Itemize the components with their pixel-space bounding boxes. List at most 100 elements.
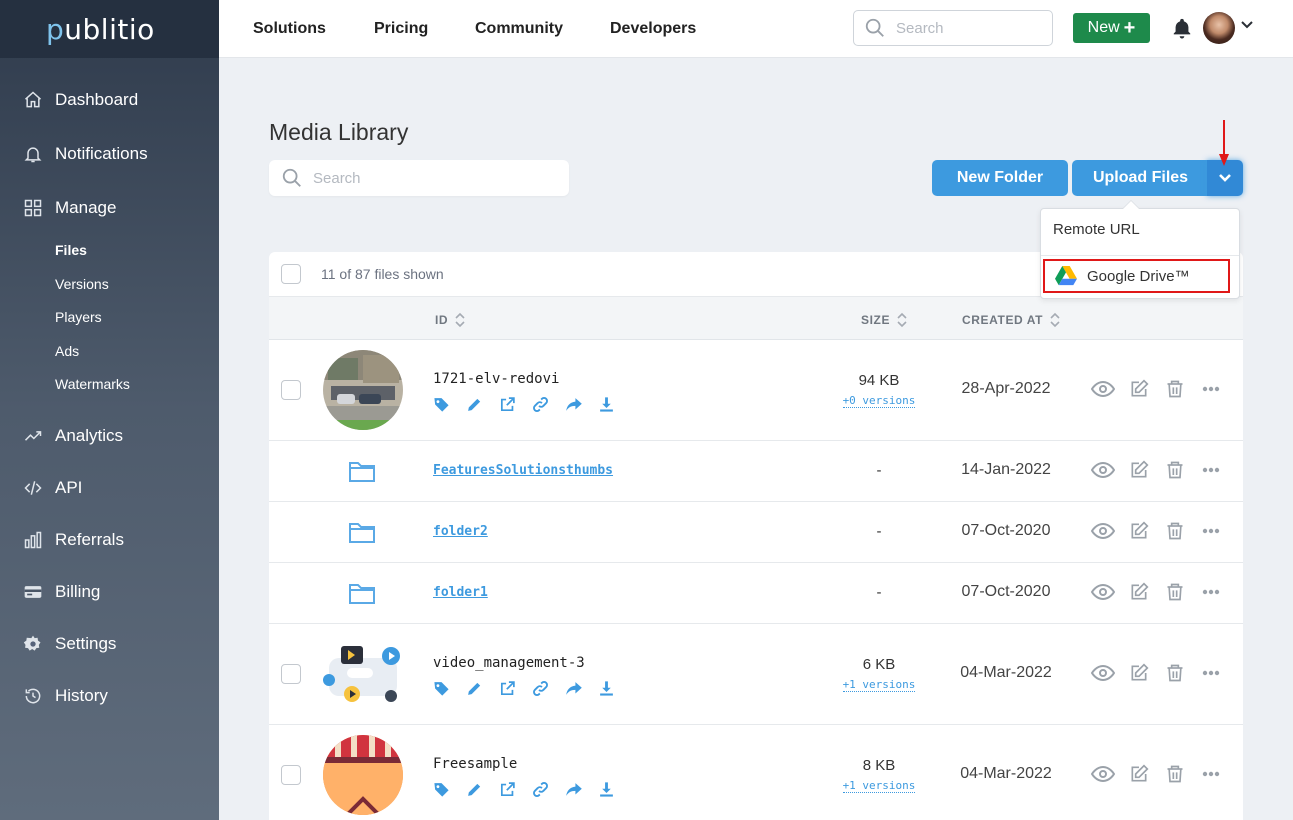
nav-pricing[interactable]: Pricing	[374, 0, 428, 58]
more-icon[interactable]	[1202, 467, 1239, 473]
download-icon[interactable]	[598, 396, 631, 413]
sidebar-item-settings[interactable]: Settings	[0, 626, 219, 662]
download-icon[interactable]	[598, 781, 631, 798]
folder-link[interactable]: FeaturesSolutionsthumbs	[433, 463, 613, 478]
share-icon[interactable]	[565, 781, 598, 798]
view-icon[interactable]	[1091, 461, 1128, 479]
trash-icon[interactable]	[1165, 663, 1202, 683]
sidebar-item-billing[interactable]: Billing	[0, 574, 219, 610]
sidebar-item-manage[interactable]: Manage	[0, 190, 219, 226]
edit-icon[interactable]	[1128, 663, 1165, 683]
new-folder-button[interactable]: New Folder	[932, 160, 1068, 196]
versions-link[interactable]: +0 versions	[829, 394, 929, 408]
share-icon[interactable]	[565, 396, 598, 413]
sidebar-item-dashboard[interactable]: Dashboard	[0, 82, 219, 118]
link-icon[interactable]	[532, 680, 565, 697]
top-search-box[interactable]	[853, 10, 1053, 46]
column-header-id[interactable]: ID	[435, 312, 465, 328]
new-button[interactable]: New +	[1073, 13, 1150, 43]
folder-icon[interactable]	[349, 521, 375, 543]
upload-files-button[interactable]: Upload Files	[1072, 160, 1209, 196]
menu-item-remote-url[interactable]: Remote URL	[1053, 221, 1140, 238]
edit-icon[interactable]	[466, 781, 499, 798]
more-icon[interactable]	[1202, 771, 1239, 777]
row-checkbox[interactable]	[281, 380, 301, 400]
top-search-input[interactable]	[896, 19, 1036, 37]
folder-icon[interactable]	[349, 460, 375, 482]
view-icon[interactable]	[1091, 522, 1128, 540]
chevron-down-icon[interactable]	[1241, 20, 1253, 30]
nav-developers[interactable]: Developers	[610, 0, 696, 58]
link-icon[interactable]	[532, 781, 565, 798]
folder-icon[interactable]	[349, 582, 375, 604]
trash-icon[interactable]	[1165, 764, 1202, 784]
row-actions	[1091, 582, 1239, 602]
file-thumbnail[interactable]	[323, 350, 403, 430]
trash-icon[interactable]	[1165, 582, 1202, 602]
sidebar-item-analytics[interactable]: Analytics	[0, 418, 219, 454]
file-thumbnail[interactable]	[323, 634, 403, 714]
edit-icon[interactable]	[1128, 764, 1165, 784]
share-icon[interactable]	[565, 680, 598, 697]
external-link-icon[interactable]	[499, 680, 532, 697]
view-icon[interactable]	[1091, 664, 1128, 682]
tag-icon[interactable]	[433, 396, 466, 413]
edit-icon[interactable]	[466, 396, 499, 413]
library-search-box[interactable]	[269, 160, 569, 196]
sidebar-subitem-versions[interactable]: Versions	[55, 276, 109, 292]
trash-icon[interactable]	[1165, 460, 1202, 480]
column-header-created-at[interactable]: CREATED AT	[962, 312, 1060, 328]
download-icon[interactable]	[598, 680, 631, 697]
sidebar-subitem-ads[interactable]: Ads	[55, 343, 79, 359]
view-icon[interactable]	[1091, 583, 1128, 601]
row-checkbox[interactable]	[281, 765, 301, 785]
tag-icon[interactable]	[433, 781, 466, 798]
logo[interactable]: publitio	[0, 0, 219, 58]
view-icon[interactable]	[1091, 380, 1128, 398]
more-icon[interactable]	[1202, 670, 1239, 676]
trash-icon[interactable]	[1165, 521, 1202, 541]
plus-icon: +	[1123, 17, 1136, 39]
view-icon[interactable]	[1091, 765, 1128, 783]
link-icon[interactable]	[532, 396, 565, 413]
file-id[interactable]: 1721-elv-redovi	[433, 371, 559, 387]
notifications-bell-icon[interactable]	[1171, 16, 1193, 40]
more-icon[interactable]	[1202, 386, 1239, 392]
sidebar-subitem-watermarks[interactable]: Watermarks	[55, 376, 130, 392]
more-icon[interactable]	[1202, 589, 1239, 595]
external-link-icon[interactable]	[499, 781, 532, 798]
row-checkbox[interactable]	[281, 664, 301, 684]
sidebar-item-history[interactable]: History	[0, 678, 219, 714]
library-search-input[interactable]	[313, 169, 543, 187]
column-header-size[interactable]: SIZE	[861, 312, 907, 328]
folder-link[interactable]: folder2	[433, 524, 488, 539]
file-id[interactable]: Freesample	[433, 756, 517, 772]
trash-icon[interactable]	[1165, 379, 1202, 399]
file-id[interactable]: video_management-3	[433, 655, 585, 671]
menu-item-google-drive[interactable]: Google Drive™	[1043, 259, 1230, 293]
sidebar-subitem-players[interactable]: Players	[55, 309, 102, 325]
edit-icon[interactable]	[1128, 521, 1165, 541]
table-header: ID SIZE CREATED AT	[269, 297, 1243, 340]
versions-link[interactable]: +1 versions	[829, 779, 929, 793]
file-thumbnail[interactable]	[323, 735, 403, 815]
versions-link[interactable]: +1 versions	[829, 678, 929, 692]
avatar[interactable]	[1203, 12, 1235, 44]
sidebar-item-api[interactable]: API	[0, 470, 219, 506]
nav-community[interactable]: Community	[475, 0, 563, 58]
more-icon[interactable]	[1202, 528, 1239, 534]
trend-icon	[24, 431, 42, 441]
folder-link[interactable]: folder1	[433, 585, 488, 600]
sidebar-subitem-files[interactable]: Files	[55, 242, 87, 258]
edit-icon[interactable]	[466, 680, 499, 697]
edit-icon[interactable]	[1128, 460, 1165, 480]
tag-icon[interactable]	[433, 680, 466, 697]
sidebar-item-notifications[interactable]: Notifications	[0, 136, 219, 172]
nav-solutions[interactable]: Solutions	[253, 0, 326, 58]
table-row: folder2 - 07-Oct-2020	[269, 502, 1243, 563]
edit-icon[interactable]	[1128, 379, 1165, 399]
sidebar-item-referrals[interactable]: Referrals	[0, 522, 219, 558]
select-all-checkbox[interactable]	[281, 264, 301, 284]
external-link-icon[interactable]	[499, 396, 532, 413]
edit-icon[interactable]	[1128, 582, 1165, 602]
